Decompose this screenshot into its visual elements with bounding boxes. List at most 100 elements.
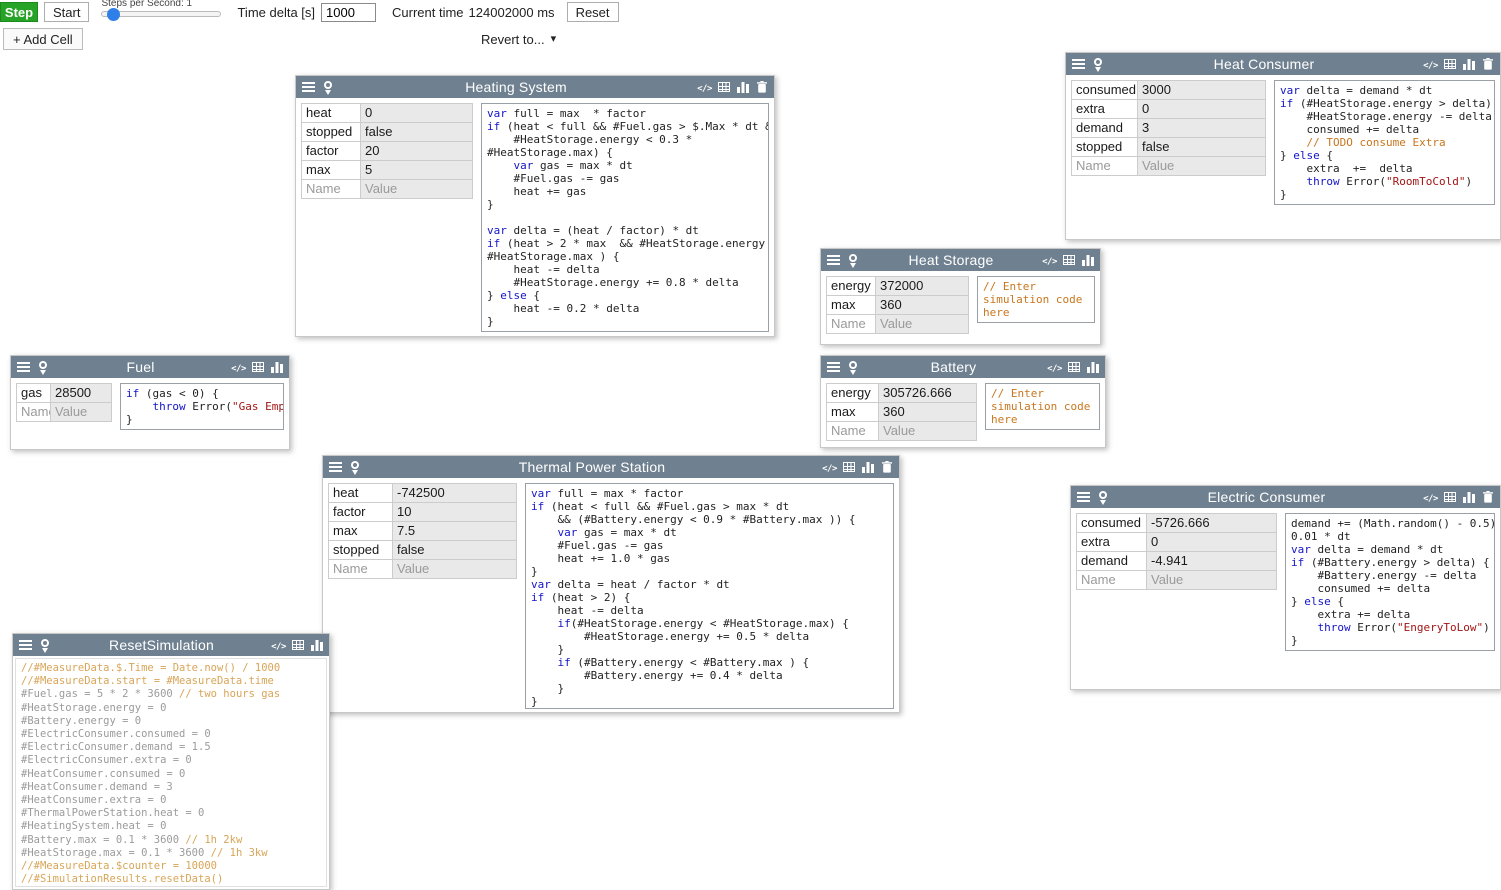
new-property-value-input[interactable]: Value bbox=[392, 559, 517, 579]
menu-icon[interactable] bbox=[1075, 486, 1092, 508]
property-value[interactable]: -5726.666 bbox=[1146, 513, 1277, 533]
new-property-name-input[interactable]: Name bbox=[328, 559, 393, 579]
property-value[interactable]: 360 bbox=[878, 402, 977, 422]
property-value[interactable]: 28500 bbox=[50, 383, 112, 403]
card-header[interactable]: Fuel bbox=[11, 356, 289, 378]
new-property-value-input[interactable]: Value bbox=[360, 179, 473, 199]
card-header[interactable]: ResetSimulation bbox=[13, 634, 329, 656]
menu-icon[interactable] bbox=[825, 249, 842, 271]
chart-view-icon[interactable] bbox=[1460, 486, 1477, 508]
step-button[interactable]: Step bbox=[0, 2, 38, 22]
slider-handle[interactable] bbox=[107, 8, 120, 21]
new-property-name-input[interactable]: Name bbox=[16, 402, 51, 422]
table-view-icon[interactable] bbox=[1441, 486, 1458, 508]
card-header[interactable]: Heat Consumer bbox=[1066, 53, 1500, 75]
card-header[interactable]: Heating System bbox=[296, 76, 774, 98]
table-view-icon[interactable] bbox=[1065, 356, 1082, 378]
chart-view-icon[interactable] bbox=[308, 634, 325, 656]
menu-icon[interactable] bbox=[327, 456, 344, 478]
chart-view-icon[interactable] bbox=[1460, 53, 1477, 75]
table-view-icon[interactable] bbox=[1060, 249, 1077, 271]
menu-icon[interactable] bbox=[15, 356, 32, 378]
new-property-value-input[interactable]: Value bbox=[878, 421, 977, 441]
code-view-icon[interactable] bbox=[1041, 249, 1058, 271]
property-value[interactable]: -742500 bbox=[392, 483, 517, 503]
table-view-icon[interactable] bbox=[289, 634, 306, 656]
delete-icon[interactable] bbox=[1479, 53, 1496, 75]
pin-icon[interactable] bbox=[844, 249, 861, 271]
new-property-name-input[interactable]: Name bbox=[826, 421, 879, 441]
property-value[interactable]: 305726.666 bbox=[878, 383, 977, 403]
menu-icon[interactable] bbox=[300, 76, 317, 98]
new-property-value-input[interactable]: Value bbox=[1146, 570, 1277, 590]
property-value[interactable]: 3000 bbox=[1137, 80, 1266, 100]
property-value[interactable]: false bbox=[1137, 137, 1266, 157]
code-view-icon[interactable] bbox=[230, 356, 247, 378]
property-value[interactable]: 3 bbox=[1137, 118, 1266, 138]
chart-view-icon[interactable] bbox=[268, 356, 285, 378]
menu-icon[interactable] bbox=[1070, 53, 1087, 75]
pin-icon[interactable] bbox=[844, 356, 861, 378]
code-view-icon[interactable] bbox=[821, 456, 838, 478]
reset-button[interactable]: Reset bbox=[567, 2, 619, 22]
card-header[interactable]: Thermal Power Station bbox=[323, 456, 899, 478]
property-value[interactable]: false bbox=[392, 540, 517, 560]
new-property-value-input[interactable]: Value bbox=[875, 314, 969, 334]
delete-icon[interactable] bbox=[1479, 486, 1496, 508]
code-view-icon[interactable] bbox=[1422, 53, 1439, 75]
steps-per-second-slider[interactable] bbox=[101, 11, 221, 17]
chart-view-icon[interactable] bbox=[734, 76, 751, 98]
pin-icon[interactable] bbox=[1094, 486, 1111, 508]
property-value[interactable]: 10 bbox=[392, 502, 517, 522]
time-delta-input[interactable] bbox=[321, 3, 376, 22]
code-editor[interactable]: var full = max * factorif (heat < full &… bbox=[481, 103, 769, 332]
new-property-name-input[interactable]: Name bbox=[826, 314, 876, 334]
code-editor[interactable]: var full = max * factorif (heat < full &… bbox=[525, 483, 894, 709]
new-property-name-input[interactable]: Name bbox=[301, 179, 361, 199]
property-value[interactable]: false bbox=[360, 122, 473, 142]
property-value[interactable]: 0 bbox=[1146, 532, 1277, 552]
code-editor[interactable]: var delta = demand * dtif (#HeatStorage.… bbox=[1274, 80, 1495, 205]
card-header[interactable]: Heat Storage bbox=[821, 249, 1100, 271]
pin-icon[interactable] bbox=[1089, 53, 1106, 75]
card-header[interactable]: Battery bbox=[821, 356, 1105, 378]
property-value[interactable]: 7.5 bbox=[392, 521, 517, 541]
property-value[interactable]: -4.941 bbox=[1146, 551, 1277, 571]
card-header[interactable]: Electric Consumer bbox=[1071, 486, 1500, 508]
property-value[interactable]: 360 bbox=[875, 295, 969, 315]
chart-view-icon[interactable] bbox=[859, 456, 876, 478]
code-editor[interactable]: if (gas < 0) { throw Error("Gas Empty")} bbox=[120, 383, 284, 430]
delete-icon[interactable] bbox=[878, 456, 895, 478]
property-value[interactable]: 0 bbox=[360, 103, 473, 123]
new-property-name-input[interactable]: Name bbox=[1071, 156, 1138, 176]
property-value[interactable]: 5 bbox=[360, 160, 473, 180]
property-value[interactable]: 0 bbox=[1137, 99, 1266, 119]
pin-icon[interactable] bbox=[34, 356, 51, 378]
new-property-name-input[interactable]: Name bbox=[1076, 570, 1147, 590]
chart-view-icon[interactable] bbox=[1084, 356, 1101, 378]
property-value[interactable]: 20 bbox=[360, 141, 473, 161]
code-view-icon[interactable] bbox=[270, 634, 287, 656]
new-property-value-input[interactable]: Value bbox=[50, 402, 112, 422]
menu-icon[interactable] bbox=[825, 356, 842, 378]
pin-icon[interactable] bbox=[346, 456, 363, 478]
property-value[interactable]: 372000 bbox=[875, 276, 969, 296]
code-editor[interactable]: // Entersimulation codehere bbox=[977, 276, 1095, 323]
code-view-icon[interactable] bbox=[696, 76, 713, 98]
menu-icon[interactable] bbox=[17, 634, 34, 656]
revert-dropdown[interactable]: Revert to... ▾ bbox=[481, 32, 556, 47]
delete-icon[interactable] bbox=[753, 76, 770, 98]
table-view-icon[interactable] bbox=[1441, 53, 1458, 75]
pin-icon[interactable] bbox=[36, 634, 53, 656]
table-view-icon[interactable] bbox=[249, 356, 266, 378]
code-editor[interactable]: demand += (Math.random() - 0.5) *0.01 * … bbox=[1285, 513, 1495, 651]
chart-view-icon[interactable] bbox=[1079, 249, 1096, 271]
code-editor[interactable]: // Entersimulation codehere bbox=[985, 383, 1100, 430]
add-cell-button[interactable]: + Add Cell bbox=[3, 28, 83, 50]
table-view-icon[interactable] bbox=[715, 76, 732, 98]
code-view-icon[interactable] bbox=[1422, 486, 1439, 508]
code-editor[interactable]: //#MeasureData.$.Time = Date.now() / 100… bbox=[15, 658, 327, 887]
table-view-icon[interactable] bbox=[840, 456, 857, 478]
code-view-icon[interactable] bbox=[1046, 356, 1063, 378]
new-property-value-input[interactable]: Value bbox=[1137, 156, 1266, 176]
